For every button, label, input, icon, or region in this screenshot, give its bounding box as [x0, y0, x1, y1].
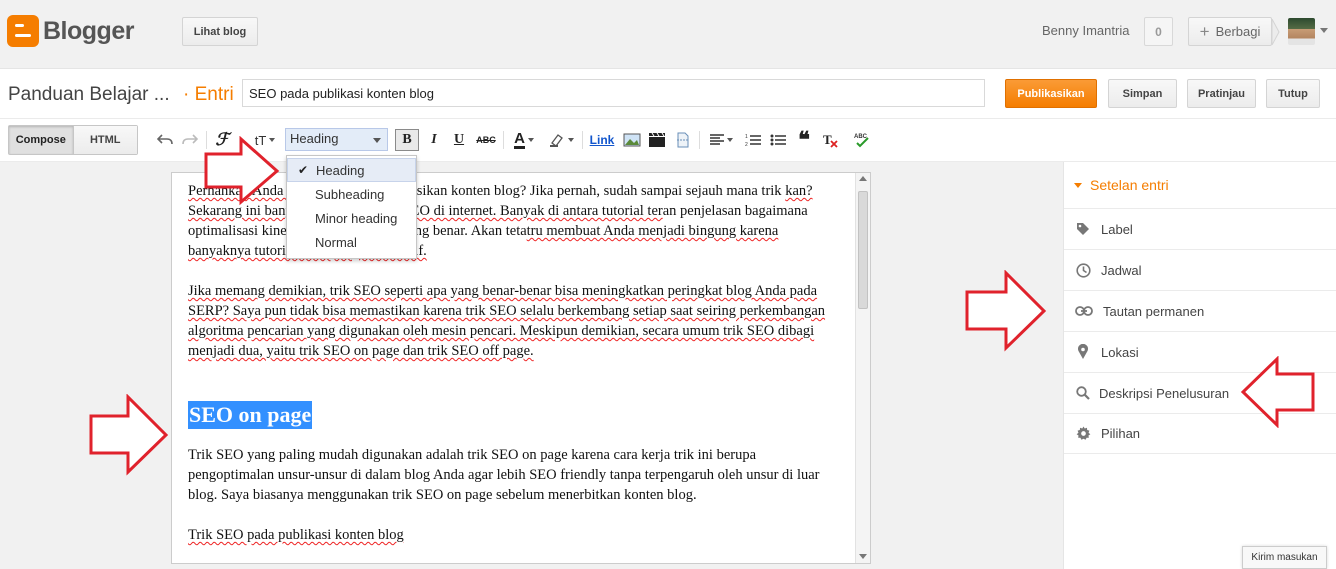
post-settings-header[interactable]: Setelan entri: [1074, 177, 1169, 193]
close-button[interactable]: Tutup: [1266, 79, 1320, 108]
mode-switch: Compose HTML: [8, 125, 138, 155]
avatar[interactable]: [1288, 18, 1315, 45]
check-icon: ✔: [298, 163, 309, 177]
share-button[interactable]: + Berbagi: [1188, 17, 1272, 46]
share-pointer-icon: [1272, 19, 1280, 45]
blogger-logo[interactable]: Blogger: [7, 15, 134, 47]
html-tab[interactable]: HTML: [72, 126, 137, 154]
post-body-editor[interactable]: Pernahkah Anda SEO saat mempublikasikan …: [171, 172, 871, 564]
svg-text:2: 2: [745, 142, 748, 147]
blog-title[interactable]: Panduan Belajar ...: [8, 84, 170, 106]
format-dropdown-menu: ✔ Heading Subheading Minor heading Norma…: [286, 155, 417, 259]
highlight-color-icon[interactable]: [546, 129, 576, 151]
preview-button[interactable]: Pratinjau: [1187, 79, 1256, 108]
format-option-normal[interactable]: Normal: [287, 230, 416, 254]
annotation-arrow-icon: [965, 270, 1047, 352]
annotation-arrow-icon: [89, 394, 169, 476]
scroll-down-icon[interactable]: [859, 554, 867, 559]
strikethrough-button[interactable]: ABC: [474, 129, 498, 151]
annotation-arrow-icon: [1240, 356, 1315, 428]
italic-button[interactable]: I: [424, 129, 444, 151]
image-icon[interactable]: [622, 129, 642, 151]
save-button[interactable]: Simpan: [1108, 79, 1177, 108]
location-pin-icon: [1075, 344, 1091, 360]
link-icon: [1075, 303, 1093, 319]
search-icon: [1075, 385, 1091, 401]
format-select[interactable]: Heading: [285, 128, 388, 151]
send-feedback-button[interactable]: Kirim masukan: [1242, 546, 1327, 569]
spellcheck-icon[interactable]: ABC: [852, 129, 872, 151]
sidebar-item-label[interactable]: Label: [1064, 208, 1336, 249]
scroll-up-icon[interactable]: [859, 176, 867, 181]
underline-button[interactable]: U: [449, 129, 469, 151]
plus-icon: +: [1199, 21, 1210, 41]
svg-text:T: T: [823, 132, 832, 147]
section-label: · Entri: [183, 84, 234, 105]
gear-icon: [1075, 426, 1091, 442]
blogger-logo-icon: [7, 15, 39, 47]
remove-formatting-icon[interactable]: T: [820, 129, 840, 151]
scroll-thumb[interactable]: [858, 191, 868, 309]
selected-heading[interactable]: SEO on page: [188, 401, 313, 429]
view-blog-button[interactable]: Lihat blog: [182, 17, 258, 46]
paragraph-3: Trik SEO yang paling mudah digunakan ada…: [188, 447, 820, 503]
publish-button[interactable]: Publikasikan: [1005, 79, 1097, 108]
post-title-input[interactable]: [242, 79, 985, 107]
share-label: Berbagi: [1215, 24, 1261, 39]
bold-button[interactable]: B: [395, 129, 419, 151]
format-option-subheading[interactable]: Subheading: [287, 182, 416, 206]
compose-tab[interactable]: Compose: [9, 126, 73, 154]
link-button[interactable]: Link: [588, 129, 616, 151]
clock-icon: [1075, 262, 1091, 278]
numbered-list-icon[interactable]: 12: [743, 129, 763, 151]
paragraph-4: Trik SEO pada publikasi konten blog: [188, 527, 404, 543]
sidebar-item-permalink[interactable]: Tautan permanen: [1064, 290, 1336, 331]
redo-icon[interactable]: [180, 129, 200, 151]
undo-icon[interactable]: [155, 129, 175, 151]
align-icon[interactable]: [705, 129, 737, 151]
editor-scrollbar[interactable]: [855, 173, 870, 563]
paragraph-2: Jika memang demikian, trik SEO seperti a…: [188, 283, 826, 359]
svg-text:1: 1: [745, 134, 748, 140]
editor-toolbar: Compose HTML ℱ tT Heading B I U ABC A Li…: [0, 118, 1336, 162]
brand-name: Blogger: [43, 16, 134, 45]
notification-count[interactable]: 0: [1144, 17, 1173, 46]
text-color-button[interactable]: A: [509, 129, 539, 151]
video-icon[interactable]: [647, 129, 667, 151]
collapse-icon: [1074, 182, 1082, 188]
format-select-value: Heading: [290, 131, 339, 146]
bullet-list-icon[interactable]: [768, 129, 788, 151]
sidebar-item-schedule[interactable]: Jadwal: [1064, 249, 1336, 290]
format-option-heading[interactable]: ✔ Heading: [287, 158, 416, 182]
annotation-arrow-icon: [204, 136, 280, 206]
chevron-down-icon: [373, 138, 381, 143]
top-header: Blogger Lihat blog Benny Imantria 0 + Be…: [0, 0, 1336, 69]
format-option-minor-heading[interactable]: Minor heading: [287, 206, 416, 230]
user-name[interactable]: Benny Imantria: [1042, 23, 1129, 38]
quote-icon[interactable]: ❝: [794, 127, 814, 152]
chevron-down-icon[interactable]: [1320, 28, 1328, 33]
jump-break-icon[interactable]: [673, 129, 693, 151]
tag-icon: [1075, 221, 1091, 237]
